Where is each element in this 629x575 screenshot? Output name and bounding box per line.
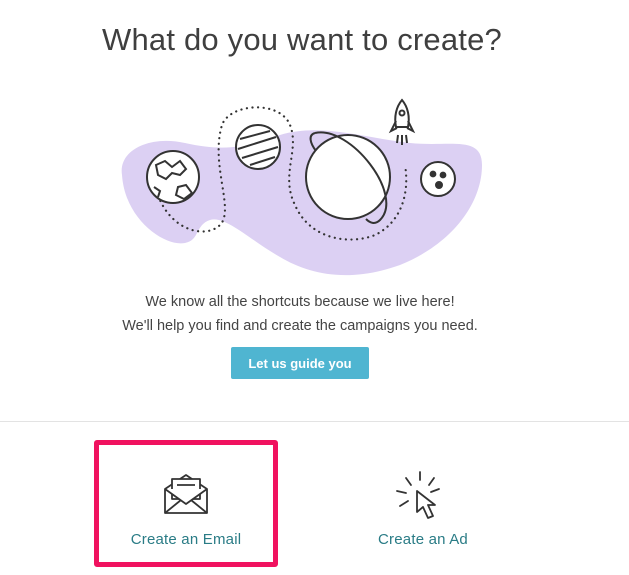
cursor-click-icon <box>396 471 440 519</box>
intro-line-1: We know all the shortcuts because we liv… <box>145 294 455 310</box>
create-ad-option[interactable]: Create an Ad <box>331 440 515 567</box>
intro-line-2: We'll help you find and create the campa… <box>122 318 478 334</box>
envelope-icon <box>164 474 208 514</box>
page-title: What do you want to create? <box>101 22 502 57</box>
rocket-icon <box>388 98 416 145</box>
create-ad-label: Create an Ad <box>378 531 468 548</box>
create-email-option[interactable]: Create an Email <box>94 440 278 567</box>
striped-planet-icon <box>235 124 281 170</box>
intro-text: We know all the shortcuts because we liv… <box>0 290 600 338</box>
space-illustration <box>121 98 483 276</box>
section-divider <box>0 421 629 422</box>
create-email-label: Create an Email <box>130 531 242 548</box>
let-us-guide-you-button[interactable]: Let us guide you <box>231 347 369 379</box>
cratered-moon-icon <box>420 161 456 197</box>
create-campaign-page: What do you want to create? We know all … <box>0 0 629 575</box>
earth-globe-icon <box>146 150 200 204</box>
